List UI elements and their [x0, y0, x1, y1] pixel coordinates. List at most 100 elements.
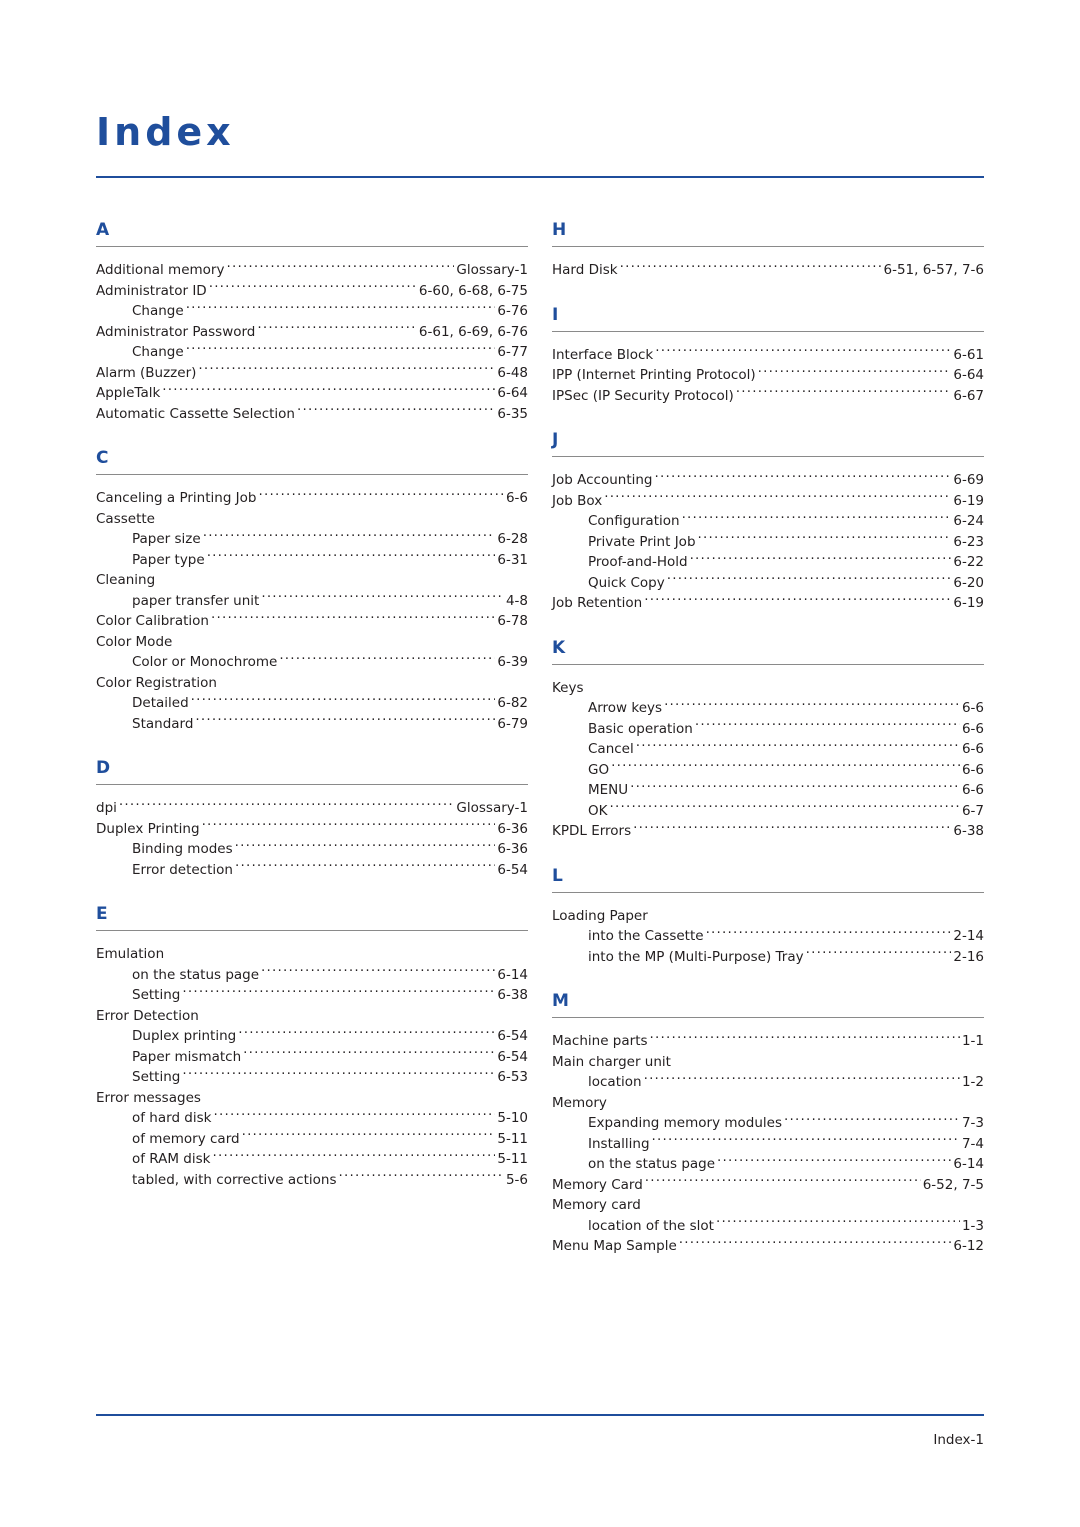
index-subentry[interactable]: Change 6-77 — [96, 342, 528, 363]
index-entry[interactable]: Alarm (Buzzer) 6-48 — [96, 363, 528, 384]
index-entry[interactable]: Canceling a Printing Job 6-6 — [96, 488, 528, 509]
leader-dots — [645, 1175, 921, 1189]
index-entry-page: 4-8 — [505, 592, 528, 609]
index-subentry[interactable]: Standard 6-79 — [96, 714, 528, 735]
index-subentry[interactable]: of memory card 5-11 — [96, 1129, 528, 1150]
index-entry[interactable]: Color Mode — [96, 632, 528, 653]
index-subentry[interactable]: Binding modes 6-36 — [96, 839, 528, 860]
index-entry[interactable]: Emulation — [96, 944, 528, 965]
index-entry[interactable]: Automatic Cassette Selection 6-35 — [96, 404, 528, 425]
index-subentry[interactable]: Change 6-76 — [96, 301, 528, 322]
index-subentry[interactable]: Basic operation 6-6 — [552, 719, 984, 740]
index-subentry[interactable]: paper transfer unit 4-8 — [96, 591, 528, 612]
index-entry-label: location of the slot — [588, 1217, 714, 1234]
index-entry-label: paper transfer unit — [132, 592, 260, 609]
index-entry[interactable]: Keys — [552, 678, 984, 699]
index-entry-page: 6-7 — [961, 802, 984, 819]
index-entry-label: of hard disk — [132, 1110, 212, 1126]
index-entry[interactable]: Job Retention 6-19 — [552, 593, 984, 614]
index-subentry[interactable]: into the MP (Multi-Purpose) Tray 2-16 — [552, 947, 984, 968]
index-entry-label: Color Registration — [96, 674, 217, 691]
index-subentry[interactable]: Private Print Job 6-23 — [552, 532, 984, 553]
index-subentry[interactable]: Proof-and-Hold 6-22 — [552, 552, 984, 573]
index-subentry[interactable]: Error detection 6-54 — [96, 860, 528, 881]
index-entry[interactable]: Loading Paper — [552, 906, 984, 927]
index-entry[interactable]: IPSec (IP Security Protocol) 6-67 — [552, 386, 984, 407]
index-subentry[interactable]: Duplex printing 6-54 — [96, 1026, 528, 1047]
index-subentry[interactable]: Installing 7-4 — [552, 1134, 984, 1155]
index-entry[interactable]: Interface Block 6-61 — [552, 345, 984, 366]
index-entry[interactable]: Administrator Password 6-61, 6-69, 6-76 — [96, 322, 528, 343]
section-divider — [96, 474, 528, 475]
index-entry[interactable]: Error Detection — [96, 1006, 528, 1027]
index-section: L Loading Paperinto the Cassette2-14into … — [552, 865, 984, 994]
index-subentry[interactable]: Arrow keys 6-6 — [552, 698, 984, 719]
index-entry[interactable]: IPP (Internet Printing Protocol) 6-64 — [552, 365, 984, 386]
index-subentry[interactable]: Configuration 6-24 — [552, 511, 984, 532]
index-entry-label: dpi — [96, 800, 117, 816]
index-subentry[interactable]: of hard disk 5-10 — [96, 1108, 528, 1129]
index-entry[interactable]: Cleaning — [96, 570, 528, 591]
index-subentry[interactable]: Cancel 6-6 — [552, 739, 984, 760]
leader-dots — [182, 985, 495, 999]
index-entry-page: 5-6 — [505, 1171, 528, 1188]
index-subentry[interactable]: Expanding memory modules 7-3 — [552, 1113, 984, 1134]
index-entry-label: Alarm (Buzzer) — [96, 364, 197, 381]
index-subentry[interactable]: tabled, with corrective actions 5-6 — [96, 1170, 528, 1191]
leader-dots — [620, 260, 882, 274]
index-entry-label: Automatic Cassette Selection — [96, 405, 295, 422]
index-entry[interactable]: Job Box 6-19 — [552, 491, 984, 512]
index-subentry[interactable]: into the Cassette 2-14 — [552, 926, 984, 947]
index-entry-label: of RAM disk — [132, 1151, 211, 1167]
index-entry[interactable]: Machine parts 1-1 — [552, 1031, 984, 1052]
index-section: M Machine parts 1-1 Main charger unit locati… — [552, 993, 984, 1283]
section-letter: L — [552, 865, 563, 886]
index-subentry[interactable]: Paper size 6-28 — [96, 529, 528, 550]
index-subentry[interactable]: Setting 6-53 — [96, 1067, 528, 1088]
leader-dots — [698, 532, 952, 546]
index-entry[interactable]: AppleTalk 6-64 — [96, 383, 528, 404]
index-entry[interactable]: Main charger unit — [552, 1052, 984, 1073]
index-entry-page: 6-22 — [953, 554, 984, 570]
index-entry[interactable]: Duplex Printing 6-36 — [96, 819, 528, 840]
index-subentry[interactable]: location 1-2 — [552, 1072, 984, 1093]
index-entry[interactable]: Job Accounting 6-69 — [552, 470, 984, 491]
index-subentry[interactable]: location of the slot 1-3 — [552, 1216, 984, 1237]
index-subentry[interactable]: GO 6-6 — [552, 760, 984, 781]
index-subentry[interactable]: Quick Copy 6-20 — [552, 573, 984, 594]
index-subentry[interactable]: on the status page 6-14 — [96, 965, 528, 986]
index-entry-page: 6-53 — [497, 1069, 528, 1085]
index-subentry[interactable]: Paper type 6-31 — [96, 550, 528, 571]
index-entry[interactable]: Memory Card 6-52, 7-5 — [552, 1175, 984, 1196]
index-subentry[interactable]: Setting 6-38 — [96, 985, 528, 1006]
leader-dots — [212, 1149, 495, 1163]
index-entry[interactable]: Error messages — [96, 1088, 528, 1109]
leader-dots — [297, 404, 495, 418]
index-subentry[interactable]: on the status page 6-14 — [552, 1154, 984, 1175]
index-entry[interactable]: Color Calibration 6-78 — [96, 611, 528, 632]
index-subentry[interactable]: Color or Monochrome 6-39 — [96, 652, 528, 673]
index-entry[interactable]: dpi Glossary-1 — [96, 798, 528, 819]
index-entry[interactable]: Memory — [552, 1093, 984, 1114]
index-entry[interactable]: Hard Disk 6-51, 6-57, 7-6 — [552, 260, 984, 281]
index-subentry[interactable]: MENU 6-6 — [552, 780, 984, 801]
index-section: I Interface Block 6-61 IPP (Internet Printi… — [552, 306, 984, 433]
index-subentry[interactable]: of RAM disk 5-11 — [96, 1149, 528, 1170]
index-entry[interactable]: Color Registration — [96, 673, 528, 694]
index-entry-label: Memory — [552, 1094, 607, 1111]
index-entry-page: 6-19 — [953, 595, 984, 611]
leader-dots — [611, 760, 960, 774]
index-entry[interactable]: Memory card — [552, 1195, 984, 1216]
index-entry-label: Main charger unit — [552, 1053, 671, 1070]
index-entry[interactable]: KPDL Errors 6-38 — [552, 821, 984, 842]
index-entry[interactable]: Menu Map Sample 6-12 — [552, 1236, 984, 1257]
index-entry[interactable]: Administrator ID 6-60, 6-68, 6-75 — [96, 281, 528, 302]
footer-divider — [96, 1414, 984, 1416]
index-subentry[interactable]: Paper mismatch 6-54 — [96, 1047, 528, 1068]
index-subentry[interactable]: Detailed 6-82 — [96, 693, 528, 714]
section-divider — [552, 456, 984, 457]
index-entry[interactable]: Cassette — [96, 509, 528, 530]
index-entry[interactable]: Additional memory Glossary-1 — [96, 260, 528, 281]
index-subentry[interactable]: OK 6-7 — [552, 801, 984, 822]
